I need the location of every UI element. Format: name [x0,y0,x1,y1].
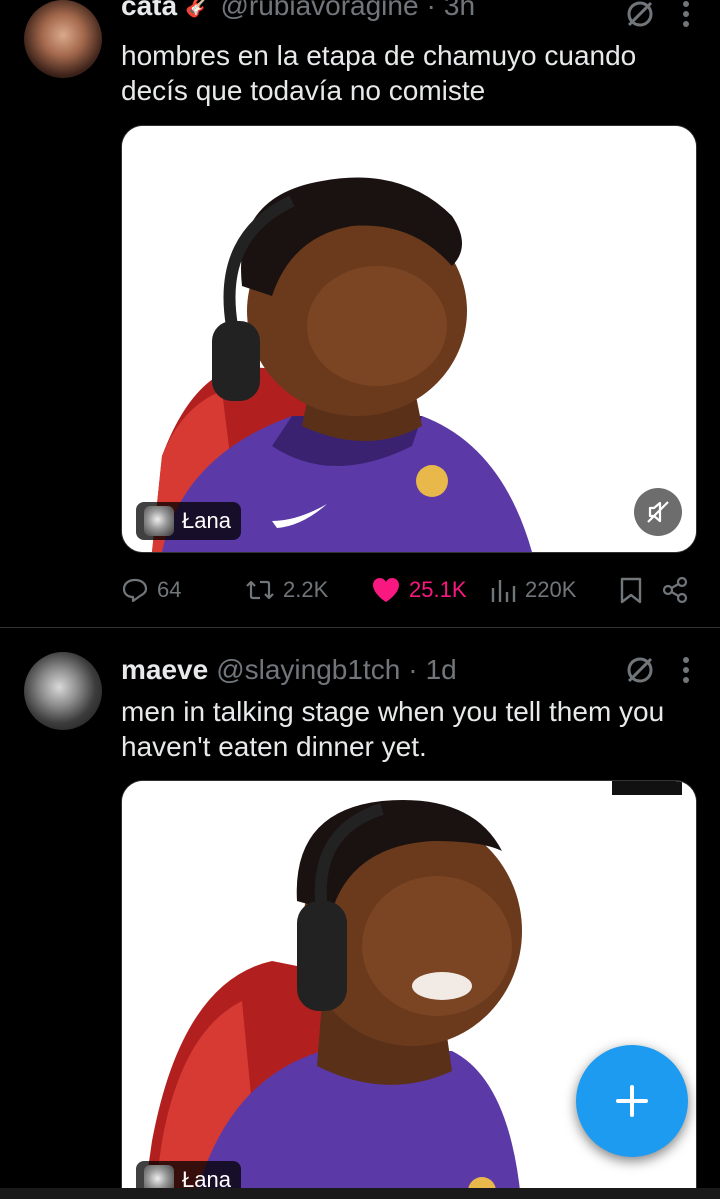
reply-icon [122,578,148,603]
bookmark-icon [620,577,642,604]
view-count: 220K [525,577,577,602]
label-avatar [144,506,174,536]
views-button[interactable]: 220K [489,576,619,604]
bookmark-button[interactable] [619,576,661,604]
like-count: 25.1K [409,577,467,602]
plus-icon [616,1085,648,1117]
reply-button[interactable]: 64 [121,576,245,604]
like-button[interactable]: 25.1K [371,576,489,604]
muted-speaker-icon[interactable] [634,488,682,536]
media-label: Łana [182,508,231,533]
grok-icon[interactable] [624,654,656,686]
display-name[interactable]: maeve [121,654,208,686]
separator-dot: · [408,654,418,685]
grok-icon[interactable] [624,0,656,30]
tweet-media[interactable]: Łana [121,125,697,553]
timestamp[interactable]: 1d [426,654,457,686]
views-icon [491,580,516,602]
avatar[interactable] [24,652,102,730]
action-bar: 64 2.2K 25.1K 220K [121,560,700,620]
more-vertical-icon[interactable] [682,656,690,684]
retweet-icon [246,580,274,600]
media-label-chip[interactable]: Łana [136,502,241,540]
heart-icon [373,578,399,602]
user-handle[interactable]: @slayingb1tch [216,654,400,686]
tweet-header: maeve @slayingb1tch · 1d [121,650,690,690]
person-with-headphones-image [122,126,696,552]
user-handle[interactable]: @rubiavoragine [220,0,418,22]
more-vertical-icon[interactable] [682,0,690,28]
tweet-text: hombres en la etapa de chamuyo cuando de… [121,40,637,106]
compose-button[interactable] [576,1045,688,1157]
header-icons [624,0,690,30]
tweet-divider [0,627,720,628]
reply-count: 64 [157,577,182,602]
share-icon [662,576,688,604]
separator-dot: · [426,0,436,21]
tweet-header: cata 🎸 @rubiavoragine · 3h [121,0,690,26]
bottom-bar [0,1188,720,1199]
display-name[interactable]: cata [121,0,177,22]
name-emoji: 🎸 [185,0,213,18]
share-button[interactable] [661,576,691,604]
avatar[interactable] [24,0,102,78]
timestamp[interactable]: 3h [444,0,475,22]
retweet-button[interactable]: 2.2K [245,576,371,604]
header-icons [624,654,690,686]
tweet-text: men in talking stage when you tell them … [121,696,665,762]
timeline: cata 🎸 @rubiavoragine · 3h hombres en la… [0,0,720,1199]
retweet-count: 2.2K [283,577,329,602]
